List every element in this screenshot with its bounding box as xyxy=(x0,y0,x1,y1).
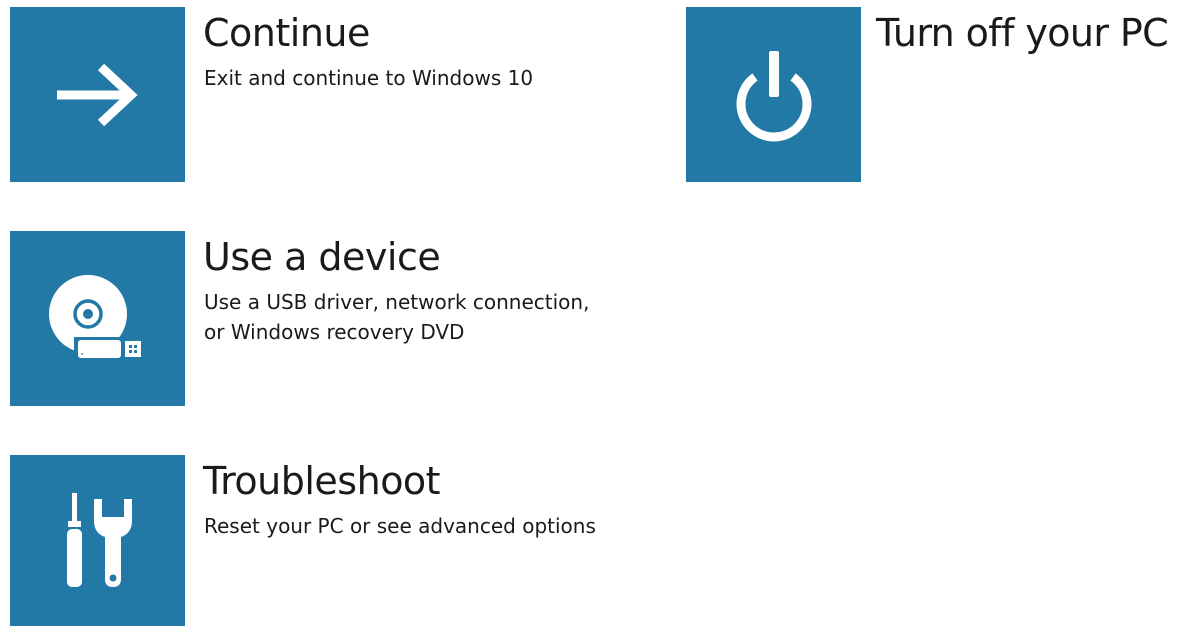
tools-icon xyxy=(66,492,132,587)
power-icon xyxy=(736,50,811,141)
continue-description: Exit and continue to Windows 10 xyxy=(204,63,603,93)
option-use-device[interactable]: Use a device Use a USB driver, network c… xyxy=(10,231,610,407)
continue-description-line: Exit and continue to Windows 10 xyxy=(204,66,534,90)
troubleshoot-tile-icon-box[interactable] xyxy=(10,455,185,626)
option-turn-off[interactable]: Turn off your PC xyxy=(686,7,1178,183)
turn-off-title: Turn off your PC xyxy=(876,11,1169,55)
use-device-tile-icon-box[interactable] xyxy=(10,231,185,406)
troubleshoot-title: Troubleshoot xyxy=(203,459,441,503)
troubleshoot-description: Reset your PC or see advanced options xyxy=(204,511,603,541)
turn-off-tile-icon-box[interactable] xyxy=(686,7,861,182)
use-device-description-line-1: Use a USB driver, network connection, xyxy=(204,290,590,314)
option-troubleshoot[interactable]: Troubleshoot Reset your PC or see advanc… xyxy=(10,455,610,626)
use-device-title: Use a device xyxy=(203,235,441,279)
use-device-description: Use a USB driver, network connection, or… xyxy=(204,287,603,347)
continue-title: Continue xyxy=(203,11,370,55)
disc-usb-icon xyxy=(48,274,141,360)
troubleshoot-description-line: Reset your PC or see advanced options xyxy=(204,514,596,538)
continue-tile-icon-box[interactable] xyxy=(10,7,185,182)
arrow-right-icon xyxy=(56,63,138,126)
use-device-description-line-2: or Windows recovery DVD xyxy=(204,320,465,344)
option-continue[interactable]: Continue Exit and continue to Windows 10 xyxy=(10,7,590,183)
